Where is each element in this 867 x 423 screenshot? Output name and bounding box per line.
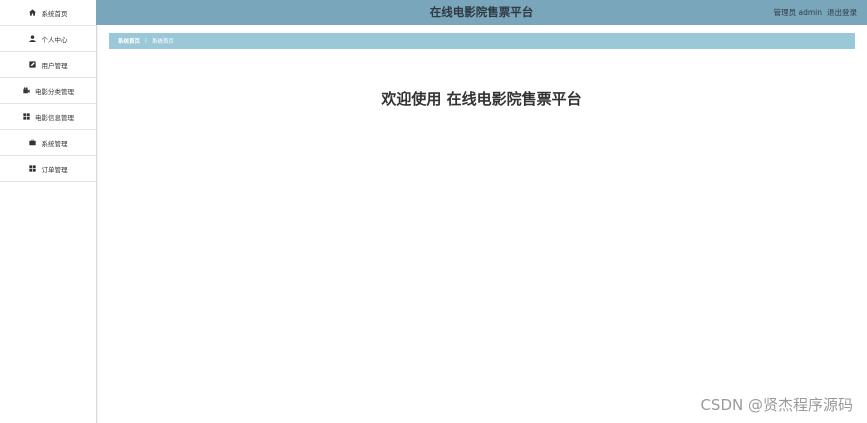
current-user-label: 管理员 admin bbox=[773, 8, 822, 17]
page-title: 在线电影院售票平台 bbox=[429, 5, 534, 19]
welcome-heading: 欢迎使用 在线电影院售票平台 bbox=[381, 90, 582, 108]
watermark-text: CSDN @贤杰程序源码 bbox=[700, 396, 853, 414]
home-icon bbox=[29, 9, 37, 17]
sidebar-item-label: 系统首页 bbox=[41, 9, 68, 18]
sidebar-item-label: 系统管理 bbox=[41, 139, 68, 148]
sidebar-item-label: 个人中心 bbox=[41, 35, 68, 44]
sidebar-item-label: 订单管理 bbox=[41, 165, 68, 174]
video-icon bbox=[22, 87, 30, 95]
sidebar: 系统首页 个人中心 用户管理 电影分类管理 电影信息管理 系统管理 订单管理 bbox=[0, 0, 97, 423]
sidebar-item-home[interactable]: 系统首页 bbox=[0, 0, 96, 26]
breadcrumb: 系统首页 | 系统首页 bbox=[109, 33, 855, 49]
sidebar-item-movie-category[interactable]: 电影分类管理 bbox=[0, 78, 96, 104]
edit-icon bbox=[29, 61, 37, 69]
sidebar-item-label: 电影信息管理 bbox=[35, 113, 74, 122]
sidebar-item-label: 用户管理 bbox=[41, 61, 68, 70]
app-window: 系统首页 个人中心 用户管理 电影分类管理 电影信息管理 系统管理 订单管理 在… bbox=[0, 0, 867, 423]
grid-icon bbox=[29, 165, 37, 173]
breadcrumb-current: 系统首页 bbox=[151, 39, 174, 45]
sidebar-item-profile[interactable]: 个人中心 bbox=[0, 26, 96, 52]
sidebar-item-label: 电影分类管理 bbox=[35, 87, 74, 96]
breadcrumb-home-link[interactable]: 系统首页 bbox=[118, 37, 140, 45]
logout-button[interactable]: 退出登录 bbox=[827, 0, 857, 25]
sidebar-item-user-management[interactable]: 用户管理 bbox=[0, 52, 96, 78]
grid-icon bbox=[22, 113, 30, 121]
breadcrumb-separator: | bbox=[145, 38, 147, 44]
briefcase-icon bbox=[29, 139, 37, 147]
sidebar-item-movie-info[interactable]: 电影信息管理 bbox=[0, 104, 96, 130]
user-area: 管理员 admin 退出登录 bbox=[774, 0, 857, 25]
user-icon bbox=[29, 35, 37, 43]
sidebar-item-order-management[interactable]: 订单管理 bbox=[0, 156, 96, 182]
top-header: 在线电影院售票平台 管理员 admin 退出登录 bbox=[96, 0, 867, 25]
sidebar-item-system-management[interactable]: 系统管理 bbox=[0, 130, 96, 156]
